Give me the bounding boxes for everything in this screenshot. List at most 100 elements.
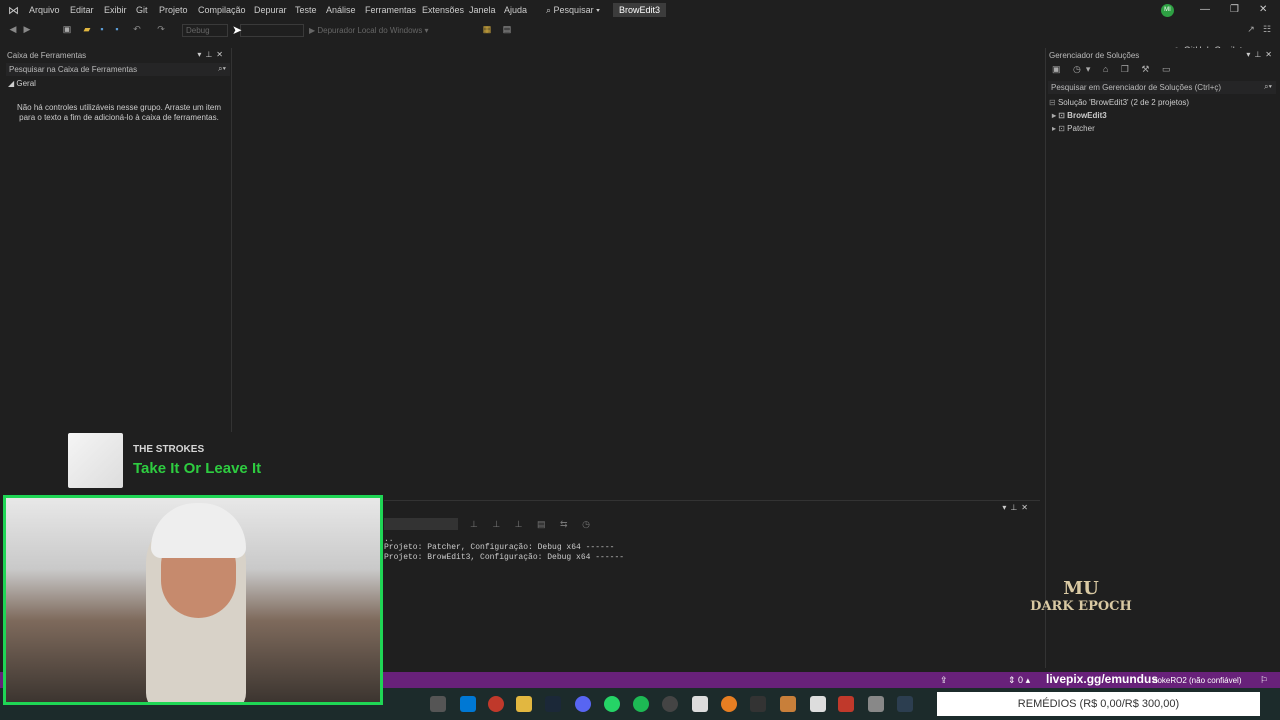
terminal-icon[interactable] xyxy=(897,696,913,712)
menu-depurar[interactable]: Depurar xyxy=(254,5,287,15)
minimize-icon[interactable]: — xyxy=(1200,4,1210,15)
panel-controls[interactable]: ▾⊥✕ xyxy=(197,50,227,59)
platform-select[interactable] xyxy=(240,24,304,37)
toolbox-title: Caixa de Ferramentas xyxy=(7,51,87,60)
output-toolbar[interactable]: ⊥ ⊥ ⊥ ▤ ⇆ ◷ xyxy=(470,519,596,530)
now-playing-title: Take It Or Leave It xyxy=(133,460,262,477)
solution-explorer-title: Gerenciador de Soluções xyxy=(1049,51,1140,60)
solution-title-badge[interactable]: BrowEdit3 xyxy=(613,3,667,17)
output-source-select[interactable] xyxy=(384,518,458,530)
app-icon[interactable] xyxy=(488,696,504,712)
menu-exibir[interactable]: Exibir xyxy=(104,5,127,15)
avatar[interactable]: MI xyxy=(1161,4,1174,17)
notification-icon[interactable]: ⚐ xyxy=(1260,675,1268,686)
panel-controls[interactable]: ▾⊥✕ xyxy=(1002,503,1032,512)
save-all-icon[interactable]: ▪ xyxy=(112,24,122,34)
menu-bar: ⋈ Arquivo Editar Exibir Git Projeto Comp… xyxy=(0,0,1280,20)
expand-icon: ▸ ⊡ xyxy=(1052,111,1068,120)
game-logo-line2: DARK EPOCH xyxy=(1030,599,1132,614)
steam-icon[interactable] xyxy=(545,696,561,712)
app-icon[interactable] xyxy=(838,696,854,712)
browse-icon[interactable]: ▦ xyxy=(482,24,492,34)
forward-icon[interactable]: ▶ xyxy=(22,24,32,34)
project-label: BrowEdit3 xyxy=(1067,111,1107,120)
whatsapp-icon[interactable] xyxy=(604,696,620,712)
webcam-hat xyxy=(151,503,246,558)
menu-ajuda[interactable]: Ajuda xyxy=(504,5,527,15)
solution-icon: ⊟ xyxy=(1049,98,1058,107)
app-icon[interactable] xyxy=(868,696,884,712)
menu-compilacao[interactable]: Compilação xyxy=(198,5,246,15)
game-logo-line1: MU xyxy=(1063,578,1099,599)
status-count[interactable]: ⇕ 0 ▴ xyxy=(1008,675,1030,686)
repo-status[interactable]: nokeRO2 (não confiável) xyxy=(1153,676,1242,685)
undo-icon[interactable]: ↶ xyxy=(132,24,142,34)
output-panel: ▾⊥✕ ⊥ ⊥ ⊥ ▤ ⇆ ◷ .. Projeto: Patcher, Con… xyxy=(384,500,1040,668)
visual-studio-logo-icon[interactable]: ⋈ xyxy=(8,4,22,17)
menu-teste[interactable]: Teste xyxy=(295,5,317,15)
app-icon[interactable] xyxy=(692,696,708,712)
spotify-icon[interactable] xyxy=(633,696,649,712)
solution-label: Solução 'BrowEdit3' (2 de 2 projetos) xyxy=(1057,98,1190,107)
feedback-icon[interactable]: ☷ xyxy=(1262,24,1272,34)
redo-icon[interactable]: ↷ xyxy=(156,24,166,34)
close-icon[interactable]: ✕ xyxy=(1259,4,1267,15)
search-icon: ⌕ xyxy=(546,5,554,15)
widgets-icon[interactable] xyxy=(460,696,476,712)
solution-search-input[interactable]: Pesquisar em Gerenciador de Soluções (Ct… xyxy=(1048,81,1276,94)
layout-icon[interactable]: ▤ xyxy=(502,24,512,34)
configuration-select[interactable]: Debug xyxy=(182,24,228,37)
now-playing-artist: THE STROKES xyxy=(133,444,205,455)
search-button[interactable]: ⌕ Pesquisar ▾ xyxy=(546,5,600,16)
publish-icon[interactable]: ⇪ xyxy=(940,675,948,686)
search-icon: ⌕▾ xyxy=(218,64,226,73)
obs-icon[interactable] xyxy=(662,696,678,712)
toolbox-header: Caixa de Ferramentas ▾⊥✕ xyxy=(4,48,231,62)
project-label: Patcher xyxy=(1067,124,1095,133)
tree-item-browedit3[interactable]: ▸ ⊡ BrowEdit3 xyxy=(1052,111,1107,120)
webcam-overlay xyxy=(3,495,383,705)
solution-explorer-toolbar[interactable]: ▣ ◷▾ ⌂ ❐ ⚒ ▭ xyxy=(1052,64,1175,78)
share-icon[interactable]: ↗ xyxy=(1246,24,1256,34)
toolbox-group-header[interactable]: ◢ Geral xyxy=(8,79,36,88)
app-icon[interactable] xyxy=(721,696,737,712)
menu-extensoes[interactable]: Extensões xyxy=(422,5,464,15)
open-folder-icon[interactable]: ▰ xyxy=(82,24,92,34)
solution-explorer-panel: Gerenciador de Soluções ▾⊥✕ ▣ ◷▾ ⌂ ❐ ⚒ ▭… xyxy=(1045,48,1280,668)
donation-goal-bar: REMÉDIOS (R$ 0,00/R$ 300,00) xyxy=(937,692,1260,716)
menu-arquivo[interactable]: Arquivo xyxy=(29,5,60,15)
app-icon[interactable] xyxy=(810,696,826,712)
menu-janela[interactable]: Janela xyxy=(469,5,496,15)
save-icon[interactable]: ▪ xyxy=(97,24,107,34)
app-icon[interactable] xyxy=(780,696,796,712)
search-icon: ⌕▾ xyxy=(1264,82,1272,91)
back-icon[interactable]: ◀ xyxy=(8,24,18,34)
start-debug-button[interactable]: ▶ Depurador Local do Windows ▾ xyxy=(309,26,429,35)
menu-editar[interactable]: Editar xyxy=(70,5,94,15)
group-label: Geral xyxy=(16,79,36,88)
solution-search-placeholder: Pesquisar em Gerenciador de Soluções (Ct… xyxy=(1051,83,1222,92)
menu-analise[interactable]: Análise xyxy=(326,5,356,15)
discord-icon[interactable] xyxy=(575,696,591,712)
menu-git[interactable]: Git xyxy=(136,5,148,15)
cursor-icon: ➤ xyxy=(232,23,243,37)
toolbox-search-placeholder: Pesquisar na Caixa de Ferramentas xyxy=(9,65,138,74)
menu-projeto[interactable]: Projeto xyxy=(159,5,188,15)
solution-explorer-header: Gerenciador de Soluções ▾⊥✕ xyxy=(1046,48,1280,62)
panel-controls[interactable]: ▾⊥✕ xyxy=(1246,50,1276,59)
restore-icon[interactable]: ❐ xyxy=(1230,4,1239,15)
game-logo: MU DARK EPOCH xyxy=(1026,578,1136,614)
solution-node[interactable]: ⊟ Solução 'BrowEdit3' (2 de 2 projetos) xyxy=(1049,98,1189,107)
toolbox-search-input[interactable]: Pesquisar na Caixa de Ferramentas ⌕▾ xyxy=(6,63,230,76)
debug-label: Depurador Local do Windows xyxy=(317,26,423,35)
tree-item-patcher[interactable]: ▸ ⊡ Patcher xyxy=(1052,124,1095,133)
expand-icon: ▸ ⊡ xyxy=(1052,124,1068,133)
app-icon[interactable] xyxy=(750,696,766,712)
toolbox-empty-message: Não há controles utilizáveis nesse grupo… xyxy=(16,103,222,122)
menu-ferramentas[interactable]: Ferramentas xyxy=(365,5,416,15)
album-art xyxy=(68,433,123,488)
output-line: Projeto: BrowEdit3, Configuração: Debug … xyxy=(384,553,625,562)
new-item-icon[interactable]: ▣ xyxy=(62,24,72,34)
task-view-icon[interactable] xyxy=(430,696,446,712)
file-explorer-icon[interactable] xyxy=(516,696,532,712)
